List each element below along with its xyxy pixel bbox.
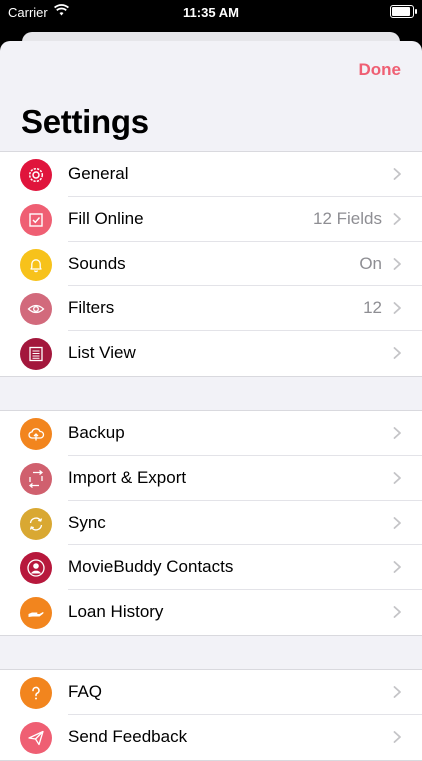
row-label: General (68, 164, 129, 183)
row-value: On (359, 253, 382, 273)
settings-row-sounds[interactable]: Sounds On (0, 242, 422, 287)
settings-group-1: General Fill Online 12 Fields Sounds On (0, 151, 422, 377)
settings-group-2: Backup Import & Export Sync MovieBuddy C… (0, 410, 422, 636)
row-label: Fill Online (68, 208, 144, 228)
chevron-right-icon (393, 212, 401, 225)
chevron-right-icon (393, 168, 401, 180)
settings-sheet: Done Settings General Fill Online 12 Fie… (0, 41, 422, 761)
row-label: Loan History (68, 602, 164, 622)
eye-icon (20, 293, 52, 326)
settings-row-general[interactable]: General (0, 152, 422, 197)
battery-icon (390, 5, 417, 18)
settings-row-filters[interactable]: Filters 12 (0, 286, 422, 332)
bell-icon (20, 248, 52, 281)
settings-row-backup[interactable]: Backup (0, 411, 422, 456)
page-title: Settings (21, 103, 149, 140)
row-label: Sync (68, 512, 106, 532)
row-label: Send Feedback (68, 726, 188, 746)
row-label: List View (68, 343, 136, 363)
settings-row-fill-online[interactable]: Fill Online 12 Fields (0, 197, 422, 242)
settings-row-moviebuddy-contacts[interactable]: MovieBuddy Contacts (0, 545, 422, 591)
settings-group-3: FAQ Send Feedback (0, 669, 422, 761)
cloud-upload-icon (20, 418, 52, 450)
chevron-right-icon (393, 686, 401, 698)
checkbox-icon (20, 203, 52, 236)
chevron-right-icon (393, 730, 401, 743)
chevron-right-icon (393, 516, 401, 529)
chevron-right-icon (393, 471, 401, 484)
settings-row-list-view[interactable]: List View (0, 331, 422, 376)
row-label: MovieBuddy Contacts (68, 557, 234, 577)
chevron-right-icon (393, 427, 401, 439)
question-icon (20, 677, 52, 709)
list-icon (20, 338, 52, 371)
settings-row-faq[interactable]: FAQ (0, 670, 422, 715)
row-label: Import & Export (68, 467, 187, 487)
gear-icon (20, 159, 52, 191)
person-icon (20, 552, 52, 585)
row-label: Backup (68, 423, 125, 442)
chevron-right-icon (393, 606, 401, 619)
settings-row-loan-history[interactable]: Loan History (0, 590, 422, 635)
row-label: Filters (68, 298, 115, 318)
settings-row-sync[interactable]: Sync (0, 501, 422, 546)
row-value: 12 Fields (313, 208, 382, 228)
chevron-right-icon (393, 347, 401, 360)
row-value: 12 (363, 298, 382, 318)
done-button[interactable]: Done (359, 60, 402, 80)
chevron-right-icon (393, 561, 401, 574)
settings-row-import-export[interactable]: Import & Export (0, 456, 422, 501)
chevron-right-icon (393, 257, 401, 270)
row-label: FAQ (68, 682, 103, 701)
paper-plane-icon (20, 721, 52, 754)
clock-label: 11:35 AM (183, 5, 239, 20)
row-label: Sounds (68, 253, 126, 273)
settings-row-send-feedback[interactable]: Send Feedback (0, 715, 422, 760)
sync-icon (20, 507, 52, 540)
hand-icon (20, 597, 52, 630)
status-bar: Carrier 11:35 AM (0, 0, 422, 24)
arrows-icon (20, 462, 52, 495)
chevron-right-icon (393, 302, 401, 315)
